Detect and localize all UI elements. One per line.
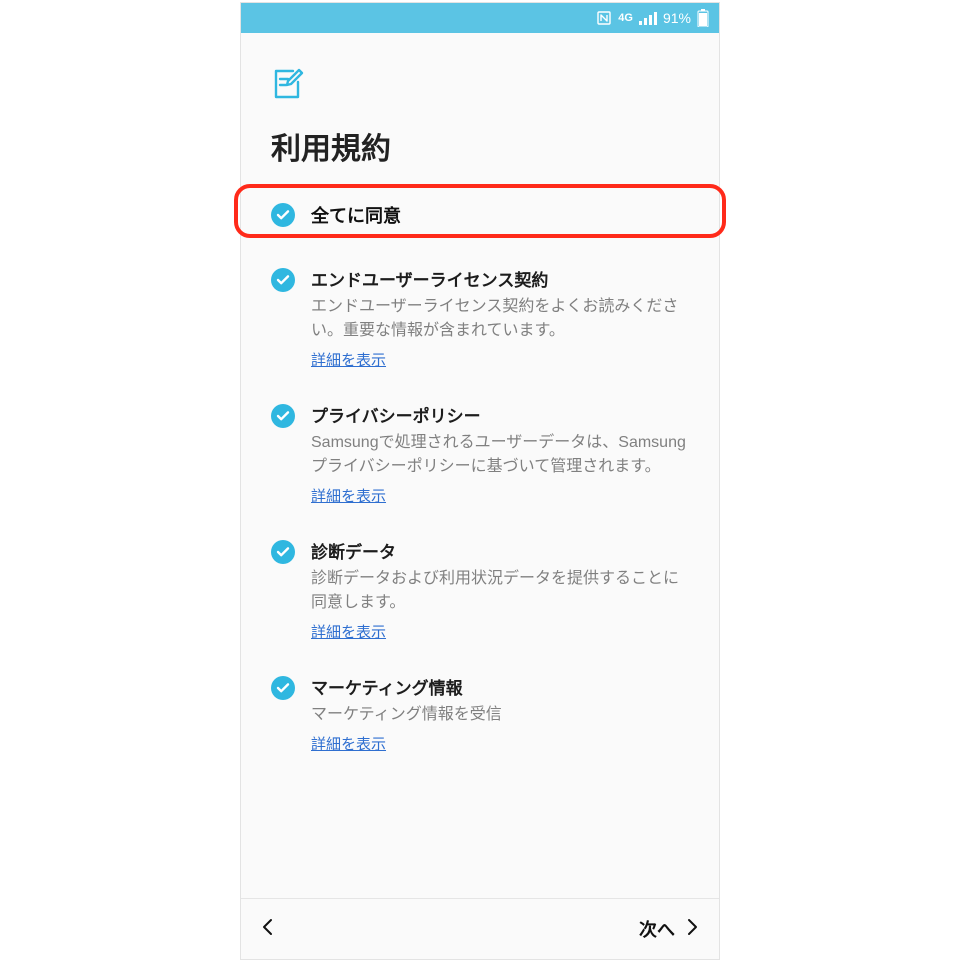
eula-details-link[interactable]: 詳細を表示 [311,349,386,370]
marketing-desc: マーケティング情報を受信 [311,703,689,727]
privacy-details-link[interactable]: 詳細を表示 [311,485,386,506]
page-title: 利用規約 [271,124,689,168]
marketing-details-link[interactable]: 詳細を表示 [311,733,386,754]
phone-frame: 4G 91% 利用規約 全てに同意 [240,2,720,960]
highlight-annotation [234,184,726,238]
agree-all-row[interactable]: 全てに同意 [241,186,719,244]
diagnostics-details-link[interactable]: 詳細を表示 [311,621,386,642]
terms-item-marketing: マーケティング情報 マーケティング情報を受信 詳細を表示 [271,652,689,764]
agree-all-checkbox[interactable] [271,203,295,227]
marketing-checkbox[interactable] [271,676,295,700]
eula-checkbox[interactable] [271,268,295,292]
privacy-title: プライバシーポリシー [311,402,689,427]
diagnostics-checkbox[interactable] [271,540,295,564]
agree-all-label: 全てに同意 [311,202,401,228]
terms-item-eula: エンドユーザーライセンス契約 エンドユーザーライセンス契約をよくお読みください。… [271,244,689,380]
next-button[interactable]: 次へ [639,916,699,942]
terms-list: エンドユーザーライセンス契約 エンドユーザーライセンス契約をよくお読みください。… [241,244,719,764]
document-pencil-icon [271,67,689,106]
next-label: 次へ [639,916,675,942]
privacy-checkbox[interactable] [271,404,295,428]
privacy-desc: Samsungで処理されるユーザーデータは、Samsungプライバシーポリシーに… [311,431,689,479]
diagnostics-desc: 診断データおよび利用状況データを提供することに同意します。 [311,567,689,615]
eula-title: エンドユーザーライセンス契約 [311,266,689,291]
signal-icon [639,11,657,25]
eula-desc: エンドユーザーライセンス契約をよくお読みください。重要な情報が含まれています。 [311,295,689,343]
footer-nav: 次へ [241,898,719,959]
terms-item-diagnostics: 診断データ 診断データおよび利用状況データを提供することに同意します。 詳細を表… [271,516,689,652]
marketing-title: マーケティング情報 [311,674,689,699]
chevron-right-icon [685,918,699,941]
terms-item-privacy: プライバシーポリシー Samsungで処理されるユーザーデータは、Samsung… [271,380,689,516]
back-button[interactable] [261,918,285,941]
battery-label: 91% [663,10,691,26]
diagnostics-title: 診断データ [311,538,689,563]
nfc-icon [596,10,612,26]
battery-icon [697,9,709,27]
network-label: 4G [618,12,633,24]
page-header: 利用規約 [241,33,719,186]
status-bar: 4G 91% [241,3,719,33]
chevron-left-icon [261,918,275,941]
